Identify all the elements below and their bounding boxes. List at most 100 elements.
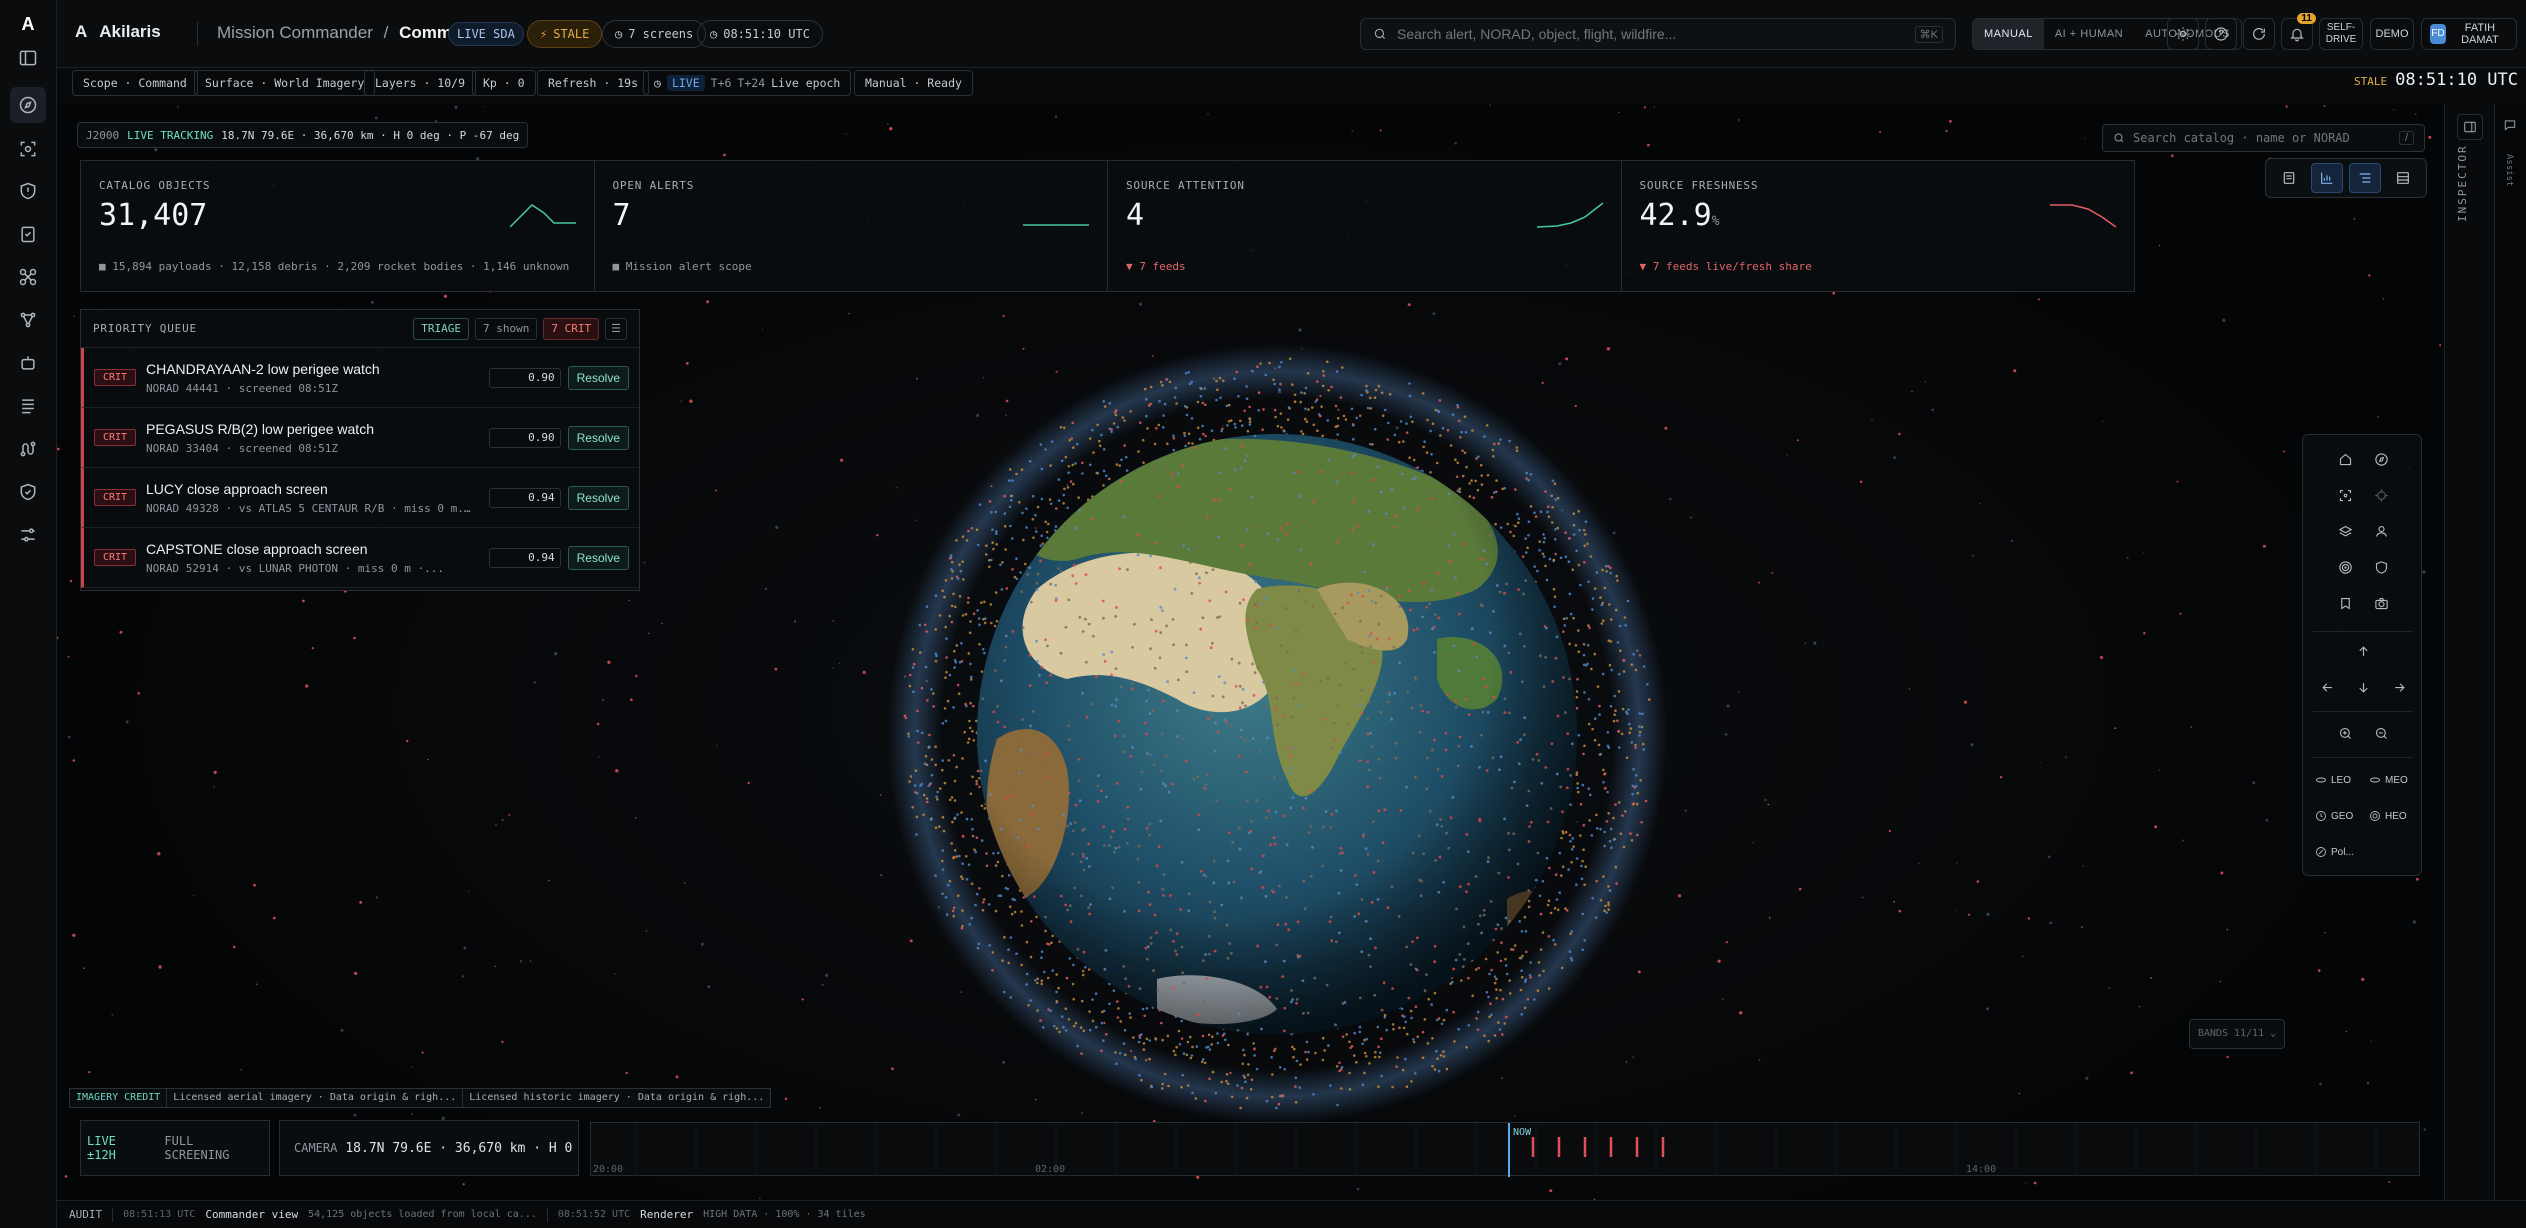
resolve-button[interactable]: Resolve (567, 545, 629, 570)
layers-icon[interactable] (2331, 517, 2359, 545)
view-document-button[interactable] (2273, 163, 2305, 193)
drone-icon[interactable] (10, 259, 46, 295)
zoom-out-icon[interactable] (2367, 719, 2395, 747)
pan-up-icon[interactable] (2349, 637, 2377, 665)
robot-icon[interactable] (10, 345, 46, 381)
stale-badge[interactable]: ⚡ STALE (527, 20, 603, 48)
brand[interactable]: A Akilaris (75, 22, 161, 42)
orbit-filter-geo[interactable]: GEO (2315, 803, 2353, 829)
layers-chip[interactable]: Layers · 10/9 (364, 70, 477, 96)
kp-chip[interactable]: Kp · 0 (472, 70, 536, 96)
kpi-open-alerts[interactable]: OPEN ALERTS 7 ■ Mission alert scope (595, 161, 1108, 291)
priority-queue: PRIORITY QUEUE TRIAGE 7 shown 7 CRIT ☰ C… (80, 309, 640, 591)
kpi-catalog-objects[interactable]: CATALOG OBJECTS 31,407 ■ 15,894 payloads… (81, 161, 595, 291)
pan-left-icon[interactable] (2313, 673, 2341, 701)
breadcrumb-parent[interactable]: Mission Commander (217, 23, 373, 42)
shield-alert-icon[interactable] (10, 173, 46, 209)
mode-manual[interactable]: MANUAL (1973, 19, 2044, 49)
refresh-chip[interactable]: Refresh · 19s (537, 70, 650, 96)
view-list-button[interactable] (2349, 163, 2381, 193)
live-window-control[interactable]: LIVE ±12H FULL SCREENING (80, 1120, 270, 1176)
scan-icon[interactable] (10, 131, 46, 167)
inspector-toggle-button[interactable] (2457, 114, 2483, 140)
time-epoch[interactable]: Live epoch (771, 76, 840, 90)
bands-selector[interactable]: BANDS 11/11 ⌄ (2189, 1019, 2285, 1049)
crosshair-icon[interactable] (2367, 481, 2395, 509)
time-live[interactable]: LIVE (666, 75, 705, 91)
time-t6[interactable]: T+6 (711, 76, 732, 90)
shield-check-icon[interactable] (10, 474, 46, 510)
pan-down-icon[interactable] (2349, 673, 2377, 701)
resolve-button[interactable]: Resolve (567, 485, 629, 510)
person-icon[interactable] (2367, 517, 2395, 545)
compass-icon[interactable] (2367, 445, 2395, 473)
focus-icon[interactable] (2331, 481, 2359, 509)
alert-score: 0.94 (488, 547, 561, 568)
orbit-filter-leo[interactable]: LEO (2315, 767, 2351, 793)
triage-tag[interactable]: TRIAGE (413, 317, 470, 340)
notifications-button[interactable]: 11 (2281, 13, 2316, 50)
logs-icon[interactable] (10, 388, 46, 424)
panel-toggle-icon[interactable] (10, 40, 46, 76)
radar-icon[interactable] (2331, 553, 2359, 581)
view-chart-button[interactable] (2311, 163, 2343, 193)
command-compass-icon[interactable] (10, 87, 46, 123)
polar-icon (2316, 847, 2326, 857)
orbit-icon (2316, 777, 2326, 783)
chat-icon[interactable] (2503, 118, 2517, 132)
help-button[interactable] (2205, 18, 2237, 50)
crit-filter[interactable]: 7 CRIT (543, 317, 600, 340)
screens-badge[interactable]: ◷ 7 screens (602, 20, 707, 48)
kpi-sparkline (509, 204, 576, 228)
refresh-button[interactable] (2243, 18, 2275, 50)
kpi-source-freshness[interactable]: SOURCE FRESHNESS 42.9% ▼ 7 feeds live/fr… (1622, 161, 2135, 291)
resolve-button[interactable]: Resolve (567, 425, 629, 450)
sliders-icon[interactable] (10, 517, 46, 553)
assist-label[interactable]: Assist (2504, 154, 2514, 187)
theme-button[interactable] (2167, 18, 2199, 50)
time-t24[interactable]: T+24 (737, 76, 765, 90)
orbit-filter-heo[interactable]: HEO (2369, 803, 2407, 829)
audit-label[interactable]: AUDIT (69, 1208, 102, 1221)
orbit-filter-meo[interactable]: MEO (2369, 767, 2408, 793)
shield-icon[interactable] (2367, 553, 2395, 581)
home-icon[interactable] (2331, 445, 2359, 473)
alert-name: PEGASUS R/B(2) low perigee watch (146, 420, 374, 437)
bookmark-icon[interactable] (2331, 589, 2359, 617)
camera-icon[interactable] (2367, 589, 2395, 617)
clipboard-check-icon[interactable] (10, 216, 46, 252)
surface-chip[interactable]: Surface · World Imagery (194, 70, 376, 96)
search-input[interactable] (1397, 26, 1905, 42)
network-icon[interactable] (10, 302, 46, 338)
utc-clock: ◷ 08:51:10 UTC (697, 20, 823, 48)
scope-chip[interactable]: Scope · Command (72, 70, 198, 96)
queue-item[interactable]: CRIT CHANDRAYAAN-2 low perigee watch NORAD… (81, 348, 639, 408)
earth-globe[interactable] (877, 339, 1677, 1129)
orbit-filter-polar[interactable]: Pol... (2315, 839, 2354, 865)
demo-button[interactable]: DEMO (2370, 18, 2414, 50)
notification-count: 11 (2297, 13, 2316, 24)
timeline-scrubber[interactable]: NOW 20:00 02:00 14:00 (590, 1122, 2420, 1177)
view-table-button[interactable] (2387, 163, 2419, 193)
globe-viewport[interactable]: J2000 LIVE TRACKING 18.7N 79.6E · 36,670… (57, 104, 2444, 1200)
app-logo[interactable]: A (14, 10, 42, 38)
queue-item[interactable]: CRIT CAPSTONE close approach screen NORAD … (81, 528, 639, 588)
route-icon[interactable] (10, 431, 46, 467)
global-search[interactable]: ⌘K (1360, 18, 1956, 50)
mode-ai-human[interactable]: AI + HUMAN (2044, 19, 2134, 49)
queue-item[interactable]: CRIT PEGASUS R/B(2) low perigee watch NORA… (81, 408, 639, 468)
resolve-button[interactable]: Resolve (567, 365, 629, 390)
zoom-in-icon[interactable] (2331, 719, 2359, 747)
catalog-search[interactable]: / (2102, 124, 2425, 152)
inspector-label[interactable]: INSPECTOR (2456, 144, 2469, 222)
catalog-search-input[interactable] (2133, 131, 2391, 145)
pan-right-icon[interactable] (2385, 673, 2413, 701)
queue-list-icon[interactable]: ☰ (605, 317, 627, 340)
user-menu[interactable]: FD FATIH DAMAT (2421, 18, 2517, 50)
screening-label[interactable]: FULL SCREENING (164, 1134, 263, 1162)
mode-status-chip[interactable]: Manual · Ready (854, 70, 973, 96)
kpi-source-attention[interactable]: SOURCE ATTENTION 4 ▼ 7 feeds (1108, 161, 1622, 291)
queue-item[interactable]: CRIT LUCY close approach screen NORAD 4932… (81, 468, 639, 528)
live-window-label[interactable]: LIVE ±12H (87, 1134, 150, 1162)
self-drive-button[interactable]: SELF- DRIVE (2319, 18, 2363, 50)
